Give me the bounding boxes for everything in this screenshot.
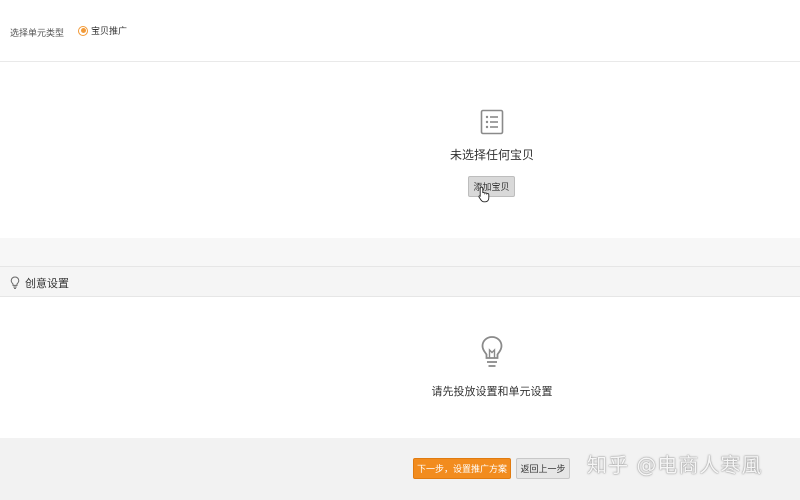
unit-type-row: 选择单元类型 宝贝推广 bbox=[0, 0, 800, 62]
creative-section-title: 创意设置 bbox=[25, 277, 69, 290]
back-step-button[interactable]: 返回上一步 bbox=[516, 458, 570, 479]
radio-label: 宝贝推广 bbox=[91, 27, 128, 37]
empty-item-text: 未选择任何宝贝 bbox=[449, 148, 534, 162]
hand-pointer-icon bbox=[478, 186, 490, 203]
radio-item-promotion[interactable]: 宝贝推广 bbox=[78, 24, 127, 37]
radio-selected-icon[interactable] bbox=[78, 25, 88, 36]
next-step-button[interactable]: 下一步，设置推广方案 bbox=[413, 458, 511, 479]
add-item-button[interactable]: 添加宝贝 bbox=[468, 176, 515, 197]
list-document-icon bbox=[480, 109, 504, 135]
lightbulb-icon bbox=[481, 336, 503, 367]
creative-empty-text: 请先投放设置和单元设置 bbox=[431, 385, 553, 398]
radio-dot bbox=[80, 28, 86, 33]
creative-section-header: 创意设置 bbox=[0, 266, 800, 297]
watermark: 知乎 @电商人寒風 bbox=[587, 453, 763, 477]
creative-section bbox=[0, 297, 800, 437]
lightbulb-icon bbox=[10, 276, 20, 289]
section-divider bbox=[0, 238, 800, 266]
unit-type-label: 选择单元类型 bbox=[10, 29, 65, 39]
